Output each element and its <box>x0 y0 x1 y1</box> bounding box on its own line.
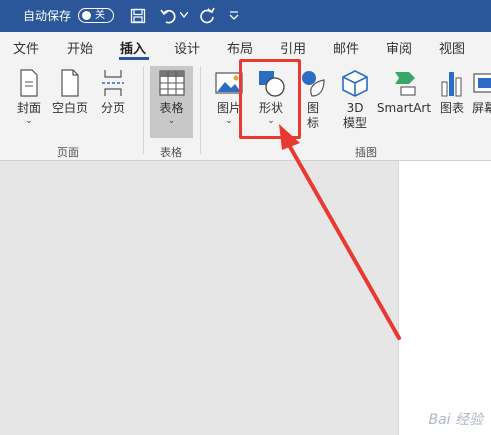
watermark-logo: Bai 经验 <box>428 412 483 428</box>
annotation-arrow <box>279 124 401 340</box>
